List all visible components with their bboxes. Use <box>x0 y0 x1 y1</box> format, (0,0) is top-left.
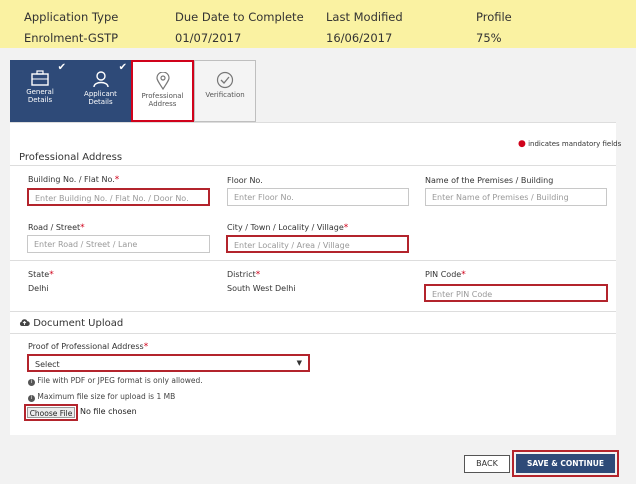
info-icon: i <box>28 395 35 402</box>
check-icon: ✔ <box>57 62 66 73</box>
tab-general-line1: General <box>26 88 54 96</box>
map-pin-icon <box>155 72 170 90</box>
check-icon: ✔ <box>118 62 127 73</box>
district-label: District* <box>227 270 261 280</box>
choose-file-button[interactable]: Choose File <box>27 407 75 418</box>
choose-file-highlight: Choose File <box>24 404 78 421</box>
state-label: State* <box>28 270 54 280</box>
tab-professional-line2: Address <box>148 100 177 108</box>
check-circle-icon <box>216 71 234 89</box>
last-modified-label: Last Modified <box>326 10 403 24</box>
district-value: South West Delhi <box>227 284 296 293</box>
floor-input[interactable]: Enter Floor No. <box>227 188 409 206</box>
section-title-professional-address: Professional Address <box>19 152 123 163</box>
save-continue-button[interactable]: SAVE & CONTINUE <box>516 454 615 473</box>
city-input[interactable]: Enter Locality / Area / Village <box>226 235 409 253</box>
tab-general-line2: Details <box>27 96 53 104</box>
caret-down-icon: ▼ <box>296 359 302 367</box>
due-date-value: 01/07/2017 <box>175 31 242 45</box>
proof-label: Proof of Professional Address* <box>28 342 149 352</box>
info-icon: i <box>28 379 35 386</box>
tab-professional-line1: Professional <box>141 92 184 100</box>
divider <box>10 333 616 334</box>
file-format-note: i File with PDF or JPEG format is only a… <box>28 376 203 386</box>
application-type-value: Enrolment-GSTP <box>24 31 119 45</box>
briefcase-icon <box>31 70 49 86</box>
profile-label: Profile <box>476 10 512 24</box>
pin-label: PIN Code* <box>425 270 466 280</box>
divider <box>10 311 616 312</box>
premises-label: Name of the Premises / Building <box>425 176 554 185</box>
state-value: Delhi <box>28 284 49 293</box>
section-title-document-upload: Document Upload <box>33 318 124 329</box>
back-button[interactable]: BACK <box>464 455 510 473</box>
tab-applicant-line1: Applicant <box>84 90 117 98</box>
floor-label: Floor No. <box>227 176 263 185</box>
pin-input[interactable]: Enter PIN Code <box>424 284 608 302</box>
road-input[interactable]: Enter Road / Street / Lane <box>27 235 210 253</box>
document-upload-heading: Document Upload <box>19 318 123 329</box>
save-continue-highlight: SAVE & CONTINUE <box>512 450 619 477</box>
mandatory-note: ● indicates mandatory fields <box>518 139 622 149</box>
premises-input[interactable]: Enter Name of Premises / Building <box>425 188 607 206</box>
tab-verification-line1: Verification <box>205 91 245 99</box>
profile-value: 75% <box>476 31 502 45</box>
divider <box>10 165 616 166</box>
divider <box>10 260 616 261</box>
building-input[interactable]: Enter Building No. / Flat No. / Door No. <box>27 188 210 206</box>
last-modified-value: 16/06/2017 <box>326 31 393 45</box>
file-status: No file chosen <box>80 407 137 416</box>
tab-applicant-line2: Details <box>88 98 113 106</box>
form-card <box>10 122 616 435</box>
user-icon <box>92 71 109 88</box>
file-size-note: i Maximum file size for upload is 1 MB <box>28 392 175 402</box>
proof-select-value: Select <box>35 360 60 369</box>
building-label: Building No. / Flat No.* <box>28 175 120 185</box>
road-label: Road / Street* <box>28 223 85 233</box>
proof-select[interactable]: Select ▼ <box>27 354 310 372</box>
tab-professional-address[interactable]: Professional Address <box>131 60 194 122</box>
application-summary-bar: Application Type Enrolment-GSTP Due Date… <box>0 0 636 48</box>
application-type-label: Application Type <box>24 10 119 24</box>
due-date-label: Due Date to Complete <box>175 10 304 24</box>
city-label: City / Town / Locality / Village* <box>227 223 349 233</box>
tab-general-details[interactable]: ✔ General Details <box>10 60 70 122</box>
cloud-upload-icon <box>19 319 30 326</box>
tab-applicant-details[interactable]: ✔ Applicant Details <box>70 60 131 122</box>
tab-verification[interactable]: Verification <box>194 60 256 122</box>
